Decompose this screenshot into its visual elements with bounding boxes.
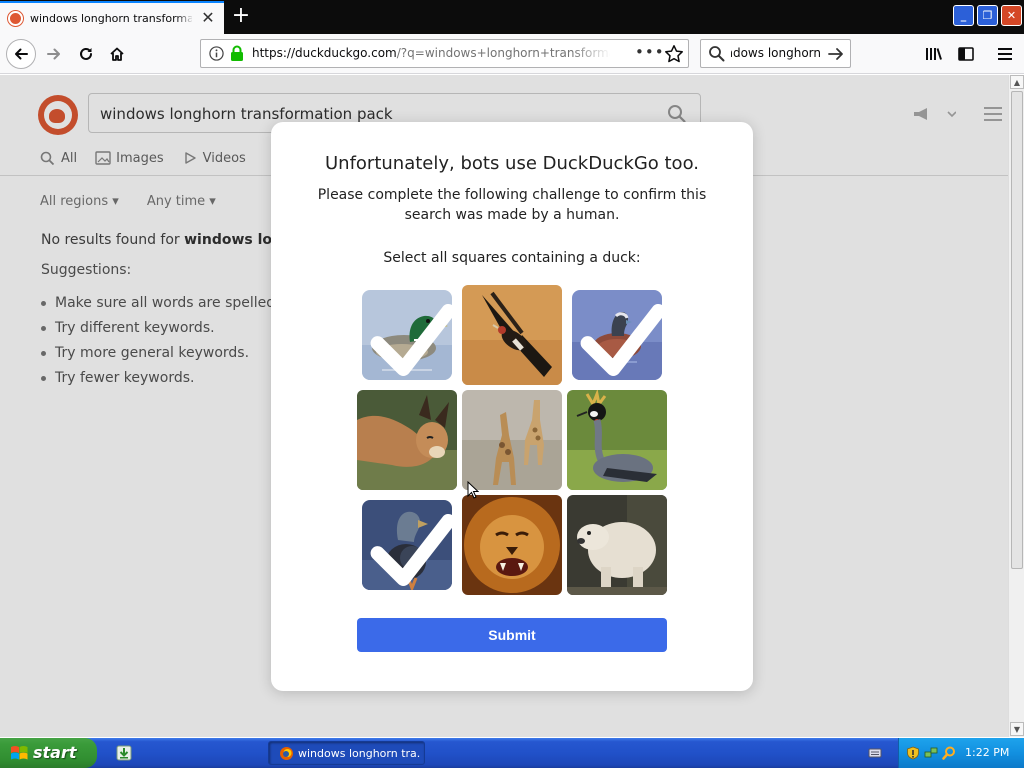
captcha-tile-duck[interactable] [362,500,452,590]
library-icon [926,48,942,60]
captcha-tile-mallard-duck[interactable] [362,290,452,380]
captcha-instruction: Select all squares containing a duck: [383,250,641,266]
search-go-arrow-icon[interactable] [827,45,845,63]
search-tray-icon[interactable] [942,746,956,760]
reload-button[interactable] [72,40,100,68]
forward-button[interactable] [40,40,68,68]
back-arrow-icon [15,48,28,60]
window-minimize-button[interactable]: _ [953,5,974,26]
taskbar-window-item[interactable]: windows longhorn tra... [268,741,425,765]
url-text[interactable]: https://duckduckgo.com/?q=windows+longho… [252,46,610,60]
tab-title-fade [176,7,194,31]
search-bar-input[interactable]: windows longhorn [731,46,821,60]
browser-tab[interactable]: windows longhorn transformation pack ✕ [0,1,224,34]
windows-logo-icon [11,746,28,760]
giraffes-image [462,390,562,490]
duckduckgo-favicon-icon [8,11,23,26]
back-button[interactable] [6,39,36,69]
start-label: start [33,743,77,762]
tab-title: windows longhorn transformation pack [30,12,192,25]
clock[interactable]: 1:22 PM [965,746,1009,759]
mouse-cursor-icon [467,481,479,499]
search-bar[interactable]: windows longhorn [700,39,851,68]
security-shield-icon[interactable] [906,746,920,760]
url-fade [571,42,611,64]
firefox-icon [280,747,293,760]
hamburger-menu-icon [998,48,1012,60]
scroll-thumb[interactable] [1011,91,1023,569]
page-actions-icon[interactable]: ••• [635,43,664,63]
checkmark-icon [580,304,662,376]
taskbar: start windows longhorn tra... 1:22 PM [0,738,1024,768]
window-restore-button[interactable]: ❐ [977,5,998,26]
system-tray: 1:22 PM [898,738,1024,768]
tab-close-icon[interactable]: ✕ [199,9,217,27]
captcha-dialog: Unfortunately, bots use DuckDuckGo too. … [271,122,753,691]
scroll-down-button[interactable]: ▼ [1010,722,1024,736]
caracal-image [357,390,457,490]
search-icon [709,46,725,62]
window-close-button[interactable]: ✕ [1001,5,1022,26]
checkmark-icon [370,514,452,586]
url-host: https://duckduckgo.com [252,46,397,60]
sidebar-icon [958,47,974,61]
keyboard-icon[interactable] [868,746,882,760]
crowned-crane-image [567,390,667,490]
sidebar-toggle-button[interactable] [952,40,980,68]
captcha-tile-duck-on-water[interactable] [572,290,662,380]
captcha-tile-polar-bear[interactable] [567,495,667,595]
submit-button[interactable]: Submit [357,618,667,652]
scroll-up-button[interactable]: ▲ [1010,75,1024,89]
captcha-tile-lion[interactable] [462,495,562,595]
lock-icon [231,45,243,61]
polar-bear-image [567,495,667,595]
checkmark-icon [370,304,452,376]
captcha-title: Unfortunately, bots use DuckDuckGo too. [325,153,699,174]
captcha-subtitle: Please complete the following challenge … [317,187,707,223]
vertical-scrollbar[interactable]: ▲ ▼ [1008,75,1024,737]
lion-image [462,495,562,595]
captcha-tile-caracal[interactable] [357,390,457,490]
menu-button[interactable] [991,40,1019,68]
network-icon[interactable] [924,746,938,760]
tab-strip: windows longhorn transformation pack ✕ +… [0,0,1024,34]
download-icon[interactable] [116,745,132,761]
library-button[interactable] [920,40,948,68]
site-info-icon[interactable] [209,46,224,61]
new-tab-button[interactable]: + [228,3,254,29]
home-icon [110,47,124,61]
bird-in-flight-image [462,285,562,385]
bookmark-star-icon[interactable] [664,44,684,64]
home-button[interactable] [103,40,131,68]
forward-arrow-icon [47,48,60,60]
taskbar-window-label: windows longhorn tra... [298,747,420,760]
captcha-tile-crowned-crane[interactable] [567,390,667,490]
captcha-tile-giraffes[interactable] [462,390,562,490]
start-button[interactable]: start [0,738,97,768]
url-bar[interactable]: https://duckduckgo.com/?q=windows+longho… [200,39,689,68]
captcha-tile-bird-in-flight[interactable] [462,285,562,385]
reload-icon [80,47,92,60]
